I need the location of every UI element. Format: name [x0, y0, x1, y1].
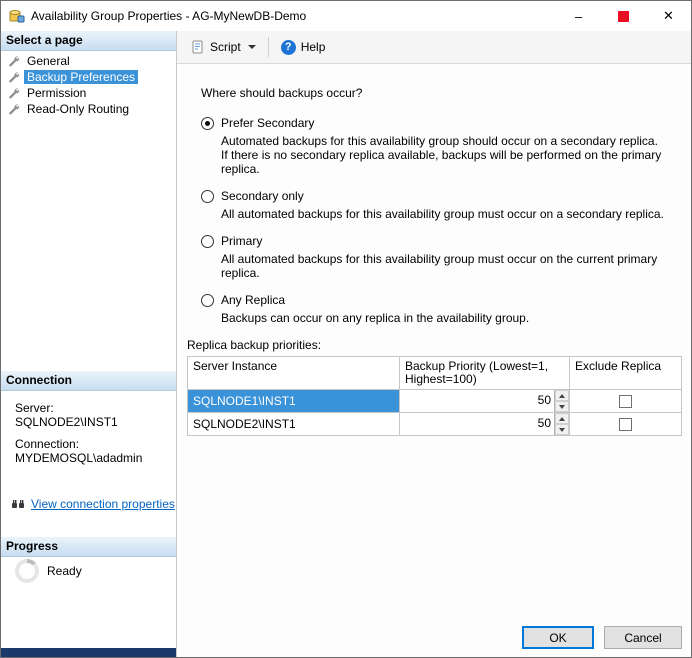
select-page-header: Select a page	[1, 31, 176, 51]
connection-label: Connection:	[15, 437, 165, 451]
sidebar-item-backup-preferences[interactable]: Backup Preferences	[1, 69, 176, 85]
chevron-down-icon[interactable]	[248, 45, 256, 49]
server-value: SQLNODE2\INST1	[15, 415, 165, 429]
maximize-icon	[618, 11, 629, 22]
header-backup-priority: Backup Priority (Lowest=1, Highest=100)	[400, 357, 570, 390]
ok-button[interactable]: OK	[522, 626, 594, 649]
radio-label[interactable]: Any Replica	[221, 293, 285, 307]
sidebar-item-general[interactable]: General	[1, 53, 176, 69]
progress-spinner-icon	[15, 559, 39, 583]
spin-up-icon[interactable]	[555, 413, 569, 424]
connection-properties-icon	[11, 498, 26, 511]
connection-header: Connection	[1, 371, 176, 391]
sidebar-item-label: General	[24, 54, 73, 68]
main-panel: Script ? Help Where should backups occur…	[177, 31, 692, 657]
option-description: Backups can occur on any replica in the …	[221, 311, 666, 325]
header-server-instance: Server Instance	[188, 357, 400, 390]
server-label: Server:	[15, 401, 165, 415]
sidebar-item-label: Permission	[24, 86, 89, 100]
help-label: Help	[301, 40, 326, 54]
priority-stepper	[554, 413, 569, 435]
dialog-window: Availability Group Properties - AG-MyNew…	[0, 0, 692, 658]
view-connection-properties-row: View connection properties	[11, 497, 175, 511]
radio-prefer-secondary[interactable]: Prefer Secondary	[201, 116, 682, 130]
option-description: Automated backups for this availability …	[221, 134, 666, 176]
replica-priorities-label: Replica backup priorities:	[187, 338, 682, 352]
server-instance-cell[interactable]: SQLNODE1\INST1	[188, 390, 400, 413]
radio-label[interactable]: Secondary only	[221, 189, 304, 203]
radio-icon[interactable]	[201, 235, 214, 248]
title-bar: Availability Group Properties - AG-MyNew…	[1, 1, 691, 31]
sidebar: Select a page General Backup Preferences…	[1, 31, 177, 657]
window-controls: – ✕	[556, 1, 691, 31]
exclude-cell	[570, 390, 682, 413]
wrench-icon	[7, 103, 20, 116]
spin-down-icon[interactable]	[555, 424, 569, 435]
script-icon	[191, 40, 205, 54]
radio-icon[interactable]	[201, 117, 214, 130]
bottom-strip	[1, 648, 176, 657]
toolbar-divider	[268, 37, 269, 57]
exclude-checkbox[interactable]	[619, 418, 632, 431]
sidebar-item-label: Read-Only Routing	[24, 102, 132, 116]
priority-value[interactable]: 50	[400, 390, 554, 412]
progress-status: Ready	[47, 564, 82, 578]
script-label: Script	[210, 40, 241, 54]
close-button[interactable]: ✕	[646, 1, 691, 31]
header-exclude-replica: Exclude Replica	[570, 357, 682, 390]
connection-value: MYDEMOSQL\adadmin	[15, 451, 165, 465]
option-description: All automated backups for this availabil…	[221, 207, 666, 221]
spin-up-icon[interactable]	[555, 390, 569, 401]
spin-down-icon[interactable]	[555, 401, 569, 412]
script-button[interactable]: Script	[185, 37, 262, 57]
content-area: Where should backups occur? Prefer Secon…	[177, 64, 692, 657]
help-icon: ?	[281, 40, 296, 55]
wrench-icon	[7, 55, 20, 68]
maximize-button[interactable]	[601, 1, 646, 31]
radio-icon[interactable]	[201, 294, 214, 307]
radio-icon[interactable]	[201, 190, 214, 203]
priority-cell[interactable]: 50	[400, 390, 570, 413]
exclude-checkbox[interactable]	[619, 395, 632, 408]
priority-stepper	[554, 390, 569, 412]
table-header-row: Server Instance Backup Priority (Lowest=…	[188, 357, 682, 390]
table-row: SQLNODE2\INST1 50	[188, 413, 682, 436]
wrench-icon	[7, 71, 20, 84]
radio-label[interactable]: Primary	[221, 234, 262, 248]
window-title: Availability Group Properties - AG-MyNew…	[31, 9, 556, 23]
exclude-cell	[570, 413, 682, 436]
option-description: All automated backups for this availabil…	[221, 252, 666, 280]
radio-primary[interactable]: Primary	[201, 234, 682, 248]
availability-group-icon	[9, 8, 25, 24]
progress-status-row: Ready	[15, 559, 82, 583]
priority-value[interactable]: 50	[400, 413, 554, 435]
progress-header: Progress	[1, 537, 176, 557]
cancel-button[interactable]: Cancel	[604, 626, 682, 649]
priority-cell[interactable]: 50	[400, 413, 570, 436]
replica-priorities-table: Server Instance Backup Priority (Lowest=…	[187, 356, 682, 436]
sidebar-item-read-only-routing[interactable]: Read-Only Routing	[1, 101, 176, 117]
radio-any-replica[interactable]: Any Replica	[201, 293, 682, 307]
backup-question-label: Where should backups occur?	[201, 86, 682, 100]
view-connection-properties-link[interactable]: View connection properties	[31, 497, 175, 511]
radio-label[interactable]: Prefer Secondary	[221, 116, 314, 130]
help-button[interactable]: ? Help	[275, 37, 332, 58]
connection-info: Server: SQLNODE2\INST1 Connection: MYDEM…	[15, 393, 165, 465]
page-list: General Backup Preferences Permission Re…	[1, 53, 176, 117]
toolbar: Script ? Help	[177, 31, 692, 64]
wrench-icon	[7, 87, 20, 100]
minimize-button[interactable]: –	[556, 1, 601, 31]
radio-secondary-only[interactable]: Secondary only	[201, 189, 682, 203]
dialog-footer: OK Cancel	[522, 626, 682, 649]
sidebar-item-permission[interactable]: Permission	[1, 85, 176, 101]
server-instance-cell[interactable]: SQLNODE2\INST1	[188, 413, 400, 436]
table-row: SQLNODE1\INST1 50	[188, 390, 682, 413]
sidebar-item-label: Backup Preferences	[24, 70, 138, 84]
